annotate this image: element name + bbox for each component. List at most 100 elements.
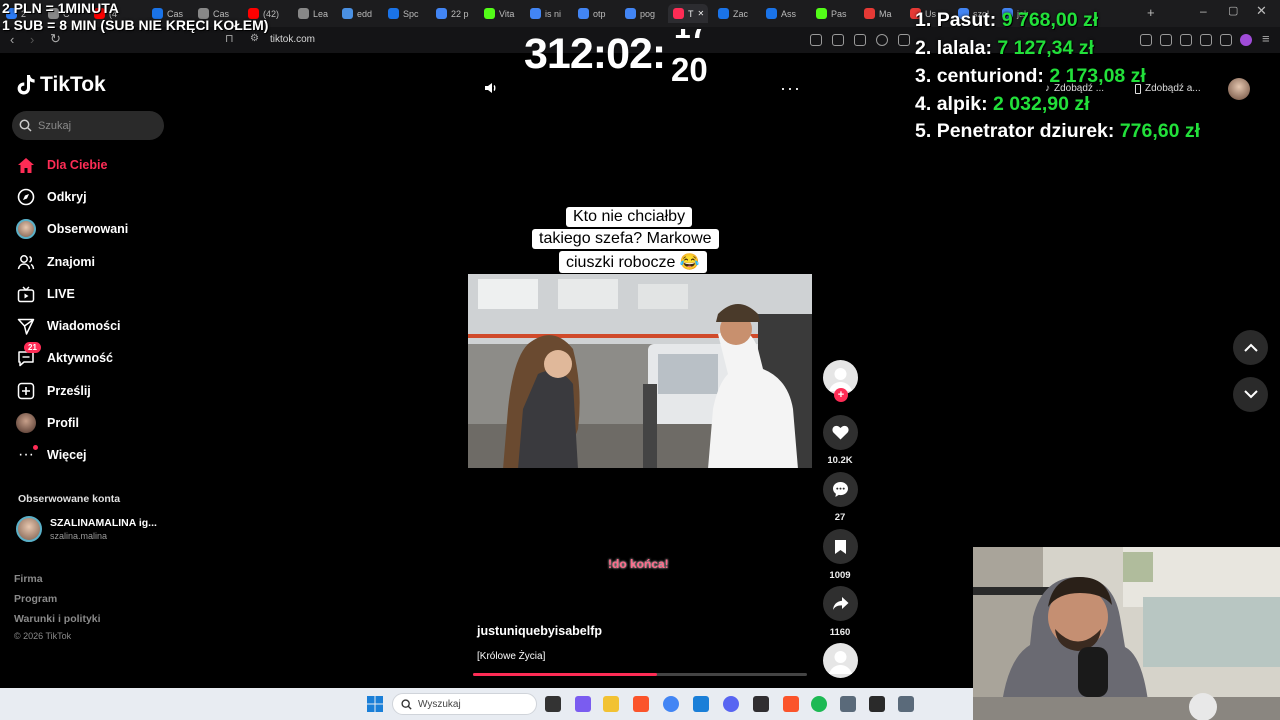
menu-icon[interactable]: ≡ (1262, 31, 1270, 46)
share-button[interactable] (823, 586, 858, 621)
extension-icon[interactable] (1160, 34, 1172, 46)
sidebar-item-więcej[interactable]: ··· Więcej (16, 443, 87, 467)
back-icon[interactable]: ‹ (10, 32, 14, 47)
sidebar-item-label: LIVE (47, 287, 75, 301)
url-field[interactable]: tiktok.com (270, 34, 315, 45)
leaderboard-entry: 3. centuriond: 2 173,08 zł (915, 63, 1146, 89)
followed-account-item[interactable]: SZALINAMALINA ig... szalina.malina (16, 516, 157, 542)
sidebar-item-prześlij[interactable]: Prześlij (16, 379, 91, 403)
notification-dot (33, 445, 38, 450)
video-caption-line: ciuszki robocze 😂 (559, 251, 707, 273)
tiktok-logo[interactable]: TikTok (16, 73, 106, 97)
browser-tab[interactable]: Vita (484, 4, 524, 23)
browser-tab[interactable]: edd (342, 4, 382, 23)
share-icon[interactable] (898, 34, 910, 46)
settings-icon[interactable] (840, 696, 856, 712)
calculator-icon[interactable] (898, 696, 914, 712)
spotify-icon[interactable] (811, 696, 827, 712)
copilot-icon[interactable] (575, 696, 591, 712)
store-icon[interactable] (693, 696, 709, 712)
comment-button[interactable] (823, 472, 858, 507)
discord-icon[interactable] (723, 696, 739, 712)
file-explorer-icon[interactable] (603, 696, 619, 712)
close-tab-icon[interactable]: ✕ (698, 9, 705, 18)
tab-label: Ass (781, 8, 797, 19)
follow-button[interactable]: + (834, 388, 848, 402)
browser-tab[interactable]: Spc (388, 4, 428, 23)
minimize-window-button[interactable]: – (1200, 4, 1207, 18)
shield-icon[interactable] (1220, 34, 1232, 46)
windows-start-icon[interactable] (367, 696, 383, 712)
previous-video-button[interactable] (1233, 330, 1268, 365)
translate-icon[interactable] (832, 34, 844, 46)
extension-icon[interactable] (1200, 34, 1212, 46)
profile-extension-icon[interactable] (1240, 34, 1252, 46)
browser-tab[interactable]: Pas (816, 4, 856, 23)
save-button[interactable] (823, 529, 858, 564)
sidebar-item-label: Aktywność (47, 351, 113, 365)
volume-icon[interactable] (483, 80, 499, 101)
sidebar-item-label: Profil (47, 416, 79, 430)
browser-tab[interactable]: Lea (298, 4, 338, 23)
browser-tab[interactable]: Ass (766, 4, 806, 23)
next-video-button[interactable] (1233, 377, 1268, 412)
sidebar-item-znajomi[interactable]: Znajomi (16, 250, 95, 274)
taskbar-search-input[interactable]: Wyszukaj (392, 693, 537, 715)
site-info-icon[interactable]: ⚙ (250, 33, 259, 44)
footer-link-company[interactable]: Firma (14, 573, 43, 585)
browser-tab[interactable]: Zac (718, 4, 758, 23)
browser-tab[interactable]: Ma (864, 4, 904, 23)
sidebar-item-profil[interactable]: Profil (16, 411, 79, 435)
search-icon (401, 698, 412, 710)
followed-account-handle: szalina.malina (50, 531, 108, 541)
tab-favicon-icon (673, 8, 684, 19)
chrome-icon[interactable] (663, 696, 679, 712)
live-icon (16, 284, 36, 304)
music-disc[interactable] (823, 643, 858, 678)
tab-favicon-icon (342, 8, 353, 19)
zoom-icon[interactable] (876, 34, 888, 46)
obs-icon[interactable] (753, 696, 769, 712)
video-progress-bar[interactable] (473, 673, 807, 676)
extension-icon[interactable] (1180, 34, 1192, 46)
sidebar-item-wiadomości[interactable]: Wiadomości (16, 314, 121, 338)
more-options-icon[interactable]: ··· (780, 79, 801, 97)
leaderboard-entry: 1. Pasut: 9 768,00 zł (915, 7, 1098, 33)
browser-tab[interactable]: 22 p (436, 4, 476, 23)
cast-icon[interactable] (854, 34, 866, 46)
browser-tab[interactable]: is ni (530, 4, 570, 23)
extension-icon[interactable] (1140, 34, 1152, 46)
user-avatar[interactable] (1228, 78, 1250, 100)
new-tab-button[interactable]: + (1147, 5, 1155, 20)
browser-tab[interactable]: T ✕ (668, 4, 708, 23)
tab-favicon-icon (530, 8, 541, 19)
sidebar-item-dla-ciebie[interactable]: Dla Ciebie (16, 153, 107, 177)
brave-icon[interactable] (633, 696, 649, 712)
sidebar-item-obserwowani[interactable]: Obserwowani (16, 217, 128, 241)
toolbar-icon[interactable] (810, 34, 822, 46)
footer-link-program[interactable]: Program (14, 593, 57, 605)
video-player[interactable] (468, 274, 812, 468)
leaderboard-rank: 4. (915, 93, 932, 115)
video-author[interactable]: justuniquebyisabelfp (477, 624, 602, 638)
sub-rate-text: 1 SUB = 8 MIN (SUB NIE KRĘCI KOŁEM) (2, 17, 269, 33)
browser-tab[interactable]: pog (625, 4, 665, 23)
video-overlay-text: !do końca! (608, 557, 669, 571)
app-icon[interactable] (869, 696, 885, 712)
sidebar-item-aktywność[interactable]: 21 Aktywność (16, 342, 113, 370)
get-app-label: Zdobądź a... (1145, 83, 1201, 94)
close-window-button[interactable]: ✕ (1256, 3, 1267, 19)
taskbar-search-placeholder: Wyszukaj (418, 698, 461, 710)
footer-link-terms[interactable]: Warunki i polityki (14, 613, 101, 625)
forward-icon[interactable]: › (30, 32, 34, 47)
like-button[interactable] (823, 415, 858, 450)
maximize-window-button[interactable]: ▢ (1228, 4, 1238, 17)
browser-tab[interactable]: otp (578, 4, 618, 23)
sidebar-item-label: Wiadomości (47, 319, 121, 333)
sidebar-item-live[interactable]: LIVE (16, 282, 75, 306)
search-input[interactable]: Szukaj (12, 111, 164, 140)
task-view-icon[interactable] (545, 696, 561, 712)
logo-text: TikTok (40, 73, 106, 96)
sidebar-item-odkryj[interactable]: Odkryj (16, 185, 87, 209)
brave-icon[interactable] (783, 696, 799, 712)
